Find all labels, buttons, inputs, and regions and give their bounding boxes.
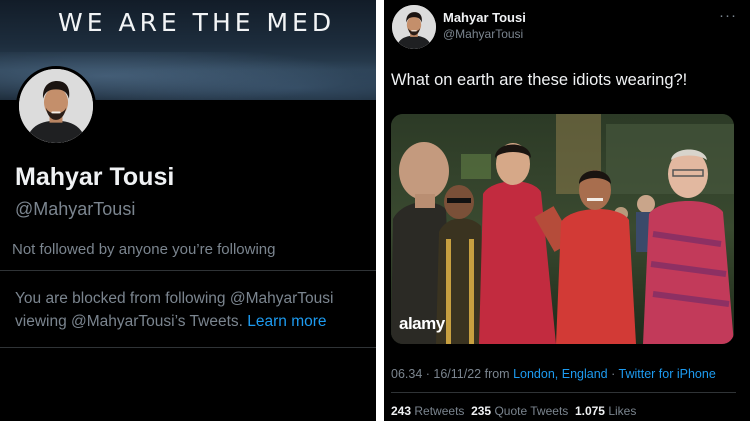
retweets-count: 243 xyxy=(391,404,412,418)
likes-count: 1.075 xyxy=(574,404,605,418)
profile-avatar[interactable] xyxy=(16,66,96,146)
more-options-icon[interactable]: ··· xyxy=(719,7,737,24)
retweets-label: Retweets xyxy=(414,404,465,418)
tweet-location-link[interactable]: London, England xyxy=(513,367,608,381)
avatar-photo xyxy=(19,69,93,143)
tweet-panel: Mahyar Tousi @MahyarTousi ··· What on ea… xyxy=(384,0,750,421)
tweet-author-avatar[interactable] xyxy=(392,5,436,49)
meta-separator: · xyxy=(611,367,616,381)
tweet-image[interactable]: alamy xyxy=(391,114,734,344)
divider xyxy=(0,347,376,348)
tweet-source-link[interactable]: Twitter for iPhone xyxy=(619,367,716,381)
divider xyxy=(0,270,376,271)
tweet-timestamp: 06.34 · 16/11/22 from xyxy=(391,367,510,381)
profile-panel: WE ARE THE MED Mahyar Tousi @MahyarTousi… xyxy=(0,0,376,421)
likes-label: Likes xyxy=(608,404,637,418)
image-watermark: alamy xyxy=(399,314,445,333)
tweet-author-handle[interactable]: @MahyarTousi xyxy=(443,27,523,41)
tweet-author-name[interactable]: Mahyar Tousi xyxy=(443,10,526,25)
follow-context-text: Not followed by anyone you’re following xyxy=(12,241,276,258)
tweet-metadata: 06.34 · 16/11/22 from London, England · … xyxy=(391,367,716,381)
blocked-notice: You are blocked from following @MahyarTo… xyxy=(15,287,375,333)
learn-more-link[interactable]: Learn more xyxy=(247,313,326,330)
quote-tweets-label: Quote Tweets xyxy=(494,404,569,418)
panel-separator xyxy=(376,0,384,421)
profile-handle: @MahyarTousi xyxy=(15,199,136,219)
profile-name: Mahyar Tousi xyxy=(15,163,175,191)
banner-text: WE ARE THE MED xyxy=(58,8,336,37)
quote-tweets-count: 235 xyxy=(471,404,492,418)
likes-stat[interactable]: 1.075 Likes xyxy=(575,404,636,418)
avatar-photo xyxy=(392,5,436,49)
tweet-photo xyxy=(391,114,734,344)
tweet-stats: 243 Retweets 235 Quote Tweets 1.075 Like… xyxy=(391,404,636,418)
tweet-text: What on earth are these idiots wearing?! xyxy=(391,71,688,89)
retweets-stat[interactable]: 243 Retweets xyxy=(391,404,464,418)
quote-tweets-stat[interactable]: 235 Quote Tweets xyxy=(471,404,568,418)
profile-body xyxy=(0,100,376,421)
divider xyxy=(391,392,736,393)
